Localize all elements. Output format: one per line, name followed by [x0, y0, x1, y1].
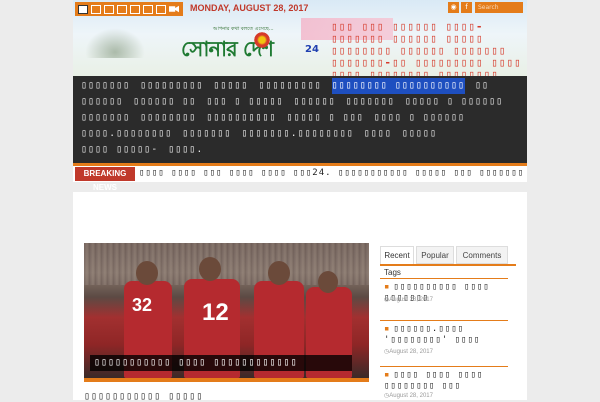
nav-item[interactable]: ▯▯▯▯▯▯▯▯▯ [140, 78, 203, 94]
bullet-icon: ▪ [384, 282, 391, 292]
featured-caption[interactable]: ▯▯▯▯▯▯▯▯▯▯▯ ▯▯▯▯ ▯▯▯▯▯▯▯▯▯▯▯▯ [90, 355, 352, 371]
nav-item[interactable]: ▯▯▯▯▯▯▯ [346, 94, 395, 110]
nav-item[interactable]: ▯▯▯ ▯ ▯▯▯▯▯ [206, 94, 283, 110]
sidebar-widget: Recent Popular Comments Tags ▪ ▯▯▯▯▯▯▯▯▯▯… [380, 246, 516, 400]
tab-comments[interactable]: Comments [456, 246, 508, 264]
nav-item[interactable]: ▯▯▯▯▯▯ [294, 94, 336, 110]
nav-item[interactable]: ▯▯ [475, 78, 489, 94]
featured-slider[interactable]: 32 12 ▯▯▯▯▯▯▯▯▯▯▯ ▯▯▯▯ ▯▯▯▯▯▯▯▯▯▯▯▯ [84, 243, 369, 378]
widget-divider [380, 278, 508, 279]
recent-post-date: ◷August 28, 2017 [384, 296, 433, 304]
header-headline[interactable]: ▯▯▯ ▯▯▯ ▯▯▯▯▯▯ ▯▯▯▯- ▯▯▯▯▯▯▯ ▯▯▯▯▯▯ ▯▯▯▯… [331, 21, 523, 76]
recent-post-date-text: August 28, 2017 [389, 297, 433, 303]
breaking-news-label: BREAKING NEWS [75, 167, 135, 192]
nav-item[interactable]: ▯▯▯▯▯▯ [81, 94, 123, 110]
nav-item[interactable]: ▯▯▯▯ [364, 126, 392, 142]
tab-recent[interactable]: Recent [380, 246, 414, 264]
nav-item[interactable]: ▯▯▯▯▯ [213, 78, 248, 94]
nav-item[interactable]: ▯▯▯▯▯ [402, 126, 437, 142]
nav-item[interactable]: ▯▯▯▯ ▯▯▯▯▯- [81, 142, 158, 158]
headline-line: ▯▯▯▯▯▯▯ ▯▯▯▯▯▯ ▯▯▯▯▯ [331, 33, 484, 45]
nav-item[interactable]: ▯▯▯▯. [168, 142, 203, 158]
recent-post-text: ▯▯▯▯▯▯.▯▯▯▯ '▯▯▯▯▯▯▯▯' ▯▯▯▯ [384, 324, 481, 345]
jersey-number: 12 [202, 299, 229, 326]
recent-post-text: ▯▯▯▯ ▯▯▯▯ ▯▯▯▯ ▯▯▯▯▯▯▯▯ ▯▯▯ [384, 370, 484, 391]
player-head [268, 261, 290, 285]
nav-item[interactable]: ▯▯▯▯.▯▯▯▯▯▯▯▯ [81, 126, 172, 142]
top-bar: MONDAY, AUGUST 28, 2017 ◉ f Search [73, 0, 527, 16]
breaking-news-ticker[interactable]: ▯▯▯▯ ▯▯▯▯ ▯▯▯ ▯▯▯▯ ▯▯▯▯ ▯▯▯24. ▯▯▯▯▯▯▯▯▯… [139, 168, 525, 178]
nav-item[interactable]: ▯▯▯▯▯▯▯ [81, 110, 130, 126]
tags-label[interactable]: Tags [384, 268, 401, 277]
menu-link[interactable] [117, 4, 127, 14]
header-background-art [85, 28, 145, 58]
nav-item[interactable]: ▯▯▯▯▯▯▯▯▯▯ [206, 110, 276, 126]
player-head [318, 271, 338, 293]
menu-link[interactable] [104, 4, 114, 14]
site-header: MONDAY, AUGUST 28, 2017 ◉ f Search আপনার… [73, 0, 527, 76]
menu-link[interactable] [156, 4, 166, 14]
player-head [136, 261, 158, 285]
menu-link[interactable] [130, 4, 140, 14]
nav-menu: ▯▯▯▯▯▯▯ ▯▯▯▯▯▯▯▯▯ ▯▯▯▯▯ ▯▯▯▯▯▯▯▯▯ ▯▯▯▯▯▯▯▯ ▯… [81, 78, 521, 158]
nav-item[interactable]: ▯▯▯▯▯▯▯.▯▯▯▯▯▯▯▯ [241, 126, 353, 142]
page: MONDAY, AUGUST 28, 2017 ◉ f Search আপনার… [73, 0, 527, 402]
nav-item[interactable]: ▯▯▯▯▯▯▯ [81, 78, 130, 94]
player-head [199, 257, 221, 281]
widget-divider [380, 366, 508, 367]
recent-post-date: ◷August 28, 2017 [384, 392, 433, 400]
home-icon[interactable] [78, 4, 88, 14]
menu-link[interactable] [91, 4, 101, 14]
logo-flower-icon [253, 31, 271, 49]
slider-bar [84, 378, 369, 382]
headline-line: ▯▯▯▯ ▯▯▯▯▯▯▯▯ ▯▯▯▯▯▯▯▯ [331, 69, 499, 76]
search-input[interactable]: Search [475, 2, 523, 13]
nav-item[interactable]: ▯▯▯▯▯ ▯ ▯▯▯ [287, 110, 364, 126]
recent-post-date-text: August 28, 2017 [389, 393, 433, 399]
bullet-icon: ▪ [384, 324, 391, 334]
logo-suffix: 24 [305, 44, 319, 55]
menu-link[interactable] [143, 4, 153, 14]
recent-post-date: ◷August 28, 2017 [384, 348, 433, 356]
recent-post-title[interactable]: ▪ ▯▯▯▯▯▯.▯▯▯▯ '▯▯▯▯▯▯▯▯' ▯▯▯▯ [384, 324, 512, 346]
video-camera-icon[interactable] [169, 5, 179, 13]
breaking-news-bar: BREAKING NEWS ▯▯▯▯ ▯▯▯▯ ▯▯▯ ▯▯▯▯ ▯▯▯▯ ▯▯… [73, 166, 527, 192]
headline-line: ▯▯▯ ▯▯▯ ▯▯▯▯▯▯ ▯▯▯▯- [331, 21, 484, 33]
article-title[interactable]: ▯▯▯▯▯▯▯▯▯▯▯ ▯▯▯▯▯ [84, 391, 203, 402]
facebook-icon[interactable]: f [461, 2, 472, 13]
widget-divider [380, 320, 508, 321]
headline-line: ▯▯▯▯▯▯▯-▯▯ ▯▯▯▯▯▯▯▯▯ ▯▯▯▯- [331, 57, 523, 69]
nav-item[interactable]: ▯▯▯▯▯ ▯ ▯▯▯▯▯▯ [405, 94, 503, 110]
recent-post-title[interactable]: ▪ ▯▯▯▯ ▯▯▯▯ ▯▯▯▯ ▯▯▯▯▯▯▯▯ ▯▯▯ [384, 370, 512, 392]
bullet-icon: ▪ [384, 370, 391, 380]
top-menu [75, 2, 183, 16]
headline-line: ▯▯▯▯▯▯▯▯ ▯▯▯▯▯▯ ▯▯▯▯▯▯▯ [331, 45, 507, 57]
nav-item[interactable]: ▯▯▯▯ ▯ ▯▯▯▯▯▯ [374, 110, 465, 126]
nav-item[interactable]: ▯▯▯▯▯▯▯ [182, 126, 231, 142]
recent-post-date-text: August 28, 2017 [389, 349, 433, 355]
nav-item[interactable]: ▯▯▯▯▯▯▯▯ ▯▯▯▯▯▯▯▯▯▯ [331, 78, 466, 94]
main-navigation: ▯▯▯▯▯▯▯ ▯▯▯▯▯▯▯▯▯ ▯▯▯▯▯ ▯▯▯▯▯▯▯▯▯ ▯▯▯▯▯▯▯▯ ▯… [73, 76, 527, 165]
current-date: MONDAY, AUGUST 28, 2017 [190, 3, 309, 13]
nav-item[interactable]: ▯▯▯▯▯▯ ▯▯ [133, 94, 196, 110]
widget-tabs: Recent Popular Comments [380, 246, 516, 266]
tab-popular[interactable]: Popular [416, 246, 454, 264]
rss-icon[interactable]: ◉ [448, 2, 459, 13]
nav-item[interactable]: ▯▯▯▯▯▯▯▯▯ [258, 78, 321, 94]
nav-item[interactable]: ▯▯▯▯▯▯▯▯ [140, 110, 196, 126]
main-content: 32 12 ▯▯▯▯▯▯▯▯▯▯▯ ▯▯▯▯ ▯▯▯▯▯▯▯▯▯▯▯▯ ▯▯▯▯… [73, 192, 527, 402]
jersey-number: 32 [132, 295, 153, 315]
